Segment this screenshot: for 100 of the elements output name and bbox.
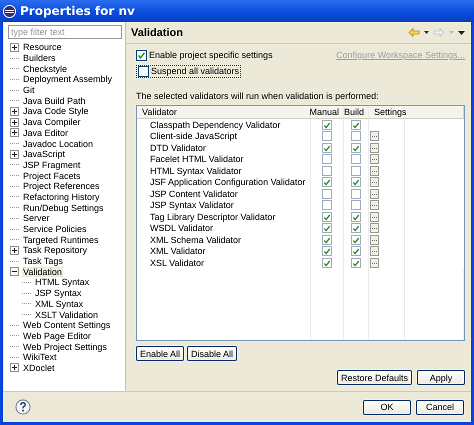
- checkbox[interactable]: [351, 258, 361, 268]
- checkbox[interactable]: [322, 142, 332, 153]
- tree-item[interactable]: Checkstyle: [22, 64, 68, 74]
- tree-item[interactable]: Java Editor: [22, 128, 70, 138]
- checkbox[interactable]: [351, 246, 361, 256]
- description-text: The selected validators will run when validation is performed:: [136, 91, 380, 101]
- checkbox[interactable]: [322, 258, 332, 268]
- dropdown-caret-icon: [449, 31, 454, 34]
- page-title: Validation: [131, 26, 183, 38]
- tree-item[interactable]: XML Syntax: [34, 298, 84, 309]
- checkbox[interactable]: [351, 234, 361, 245]
- tree-item[interactable]: Task Tags: [22, 256, 64, 266]
- expand-icon[interactable]: [10, 118, 19, 127]
- table-cell: HTML Syntax Validator: [137, 165, 311, 176]
- table-cell: Tag Library Descriptor Validator: [137, 211, 311, 222]
- column-header[interactable]: Manual: [311, 106, 344, 118]
- tree-item[interactable]: Web Page Editor: [22, 330, 92, 341]
- button[interactable]: Apply: [417, 370, 465, 385]
- checkbox[interactable]: [351, 177, 361, 188]
- table-cell: XML Schema Validator: [137, 234, 311, 246]
- table-cell: JSF Application Configuration Validator: [137, 176, 311, 188]
- column-header[interactable]: Build: [344, 106, 369, 118]
- tree-item[interactable]: Validation: [22, 266, 63, 277]
- tree-item[interactable]: JSP Fragment: [22, 160, 82, 170]
- tree-item[interactable]: Task Repository: [22, 245, 88, 256]
- filter-field[interactable]: type filter text: [8, 25, 122, 39]
- tree-item[interactable]: Java Compiler: [22, 117, 82, 128]
- tree-item[interactable]: Deployment Assembly: [22, 74, 114, 84]
- tree-item[interactable]: Server: [22, 213, 51, 224]
- expand-icon[interactable]: [10, 128, 19, 138]
- tree-item[interactable]: Builders: [22, 53, 57, 64]
- expand-icon[interactable]: [10, 106, 19, 116]
- tree-item[interactable]: Refactoring History: [22, 192, 101, 202]
- checkbox[interactable]: [351, 154, 361, 164]
- tree-item[interactable]: JavaScript: [22, 149, 66, 160]
- table-cell: Classpath Dependency Validator: [137, 119, 311, 130]
- checkbox[interactable]: [351, 131, 361, 142]
- tree-item[interactable]: Project Facets: [22, 170, 82, 181]
- tree-item[interactable]: Web Content Settings: [22, 320, 112, 330]
- checkbox[interactable]: [351, 212, 361, 222]
- checkbox[interactable]: [351, 166, 361, 176]
- tree-item[interactable]: XSLT Validation: [34, 310, 100, 320]
- tree-item[interactable]: WikiText: [22, 352, 58, 362]
- window-title: Properties for nv: [20, 4, 135, 18]
- checkbox[interactable]: [136, 50, 147, 60]
- tree-item[interactable]: Project References: [22, 181, 101, 192]
- tree-item[interactable]: HTML Syntax: [34, 277, 90, 288]
- dropdown-caret-icon[interactable]: [424, 31, 429, 34]
- table-cell: JSP Syntax Validator: [137, 200, 311, 211]
- checkbox[interactable]: [322, 120, 332, 130]
- eclipse-icon: [3, 4, 16, 18]
- button[interactable]: OK: [363, 400, 411, 414]
- button[interactable]: Cancel: [416, 400, 464, 414]
- tree-item[interactable]: XDoclet: [22, 362, 56, 373]
- table-cell: Client-side JavaScript: [137, 130, 311, 142]
- expand-icon[interactable]: [10, 150, 19, 159]
- table-cell: JSP Content Validator: [137, 188, 311, 200]
- button[interactable]: Disable All: [187, 346, 238, 361]
- table-cell: WSDL Validator: [137, 222, 311, 234]
- table-cell: DTD Validator: [137, 142, 311, 154]
- checkbox[interactable]: [322, 246, 332, 256]
- checkbox[interactable]: [322, 177, 332, 188]
- checkbox[interactable]: [351, 188, 361, 199]
- expand-icon[interactable]: [10, 363, 19, 372]
- tree-item[interactable]: Git: [22, 85, 36, 96]
- checkbox[interactable]: [322, 200, 332, 210]
- button[interactable]: Enable All: [136, 346, 184, 361]
- collapse-icon[interactable]: [10, 267, 19, 276]
- tree-item[interactable]: JSP Syntax: [34, 288, 82, 298]
- checkbox[interactable]: [351, 200, 361, 210]
- checkbox[interactable]: [322, 234, 332, 245]
- checkbox[interactable]: [322, 166, 332, 176]
- table-cell: Facelet HTML Validator: [137, 154, 311, 165]
- button[interactable]: Restore Defaults: [336, 370, 412, 385]
- checkbox[interactable]: [322, 212, 332, 222]
- checkbox[interactable]: [351, 120, 361, 130]
- column-header[interactable]: Validator: [137, 106, 311, 118]
- checkbox-label[interactable]: Enable project specific settings: [149, 50, 273, 60]
- table-cell: XSL Validator: [137, 257, 311, 268]
- checkbox[interactable]: [351, 142, 361, 153]
- tree-item[interactable]: Run/Debug Settings: [22, 202, 105, 213]
- checkbox[interactable]: [322, 154, 332, 164]
- tree-item[interactable]: Javadoc Location: [22, 138, 94, 149]
- tree-item[interactable]: Java Build Path: [22, 96, 87, 106]
- tree-item[interactable]: Targeted Runtimes: [22, 234, 100, 245]
- help-icon[interactable]: [15, 399, 31, 415]
- menu-icon[interactable]: [458, 30, 465, 34]
- column-header[interactable]: Settings: [369, 106, 405, 118]
- checkbox[interactable]: [322, 188, 332, 199]
- checkbox[interactable]: [351, 223, 361, 234]
- checkbox[interactable]: [322, 131, 332, 142]
- tree-item[interactable]: Web Project Settings: [22, 342, 108, 352]
- tree-item[interactable]: Resource: [22, 42, 63, 52]
- checkbox[interactable]: [322, 223, 332, 234]
- expand-icon[interactable]: [10, 42, 19, 52]
- tree-item[interactable]: Java Code Style: [22, 106, 90, 116]
- tree-item[interactable]: Service Policies: [22, 224, 88, 234]
- expand-icon[interactable]: [10, 246, 19, 255]
- back-arrow-icon[interactable]: [408, 28, 420, 37]
- focused-checkbox[interactable]: Suspend all validators: [136, 64, 242, 78]
